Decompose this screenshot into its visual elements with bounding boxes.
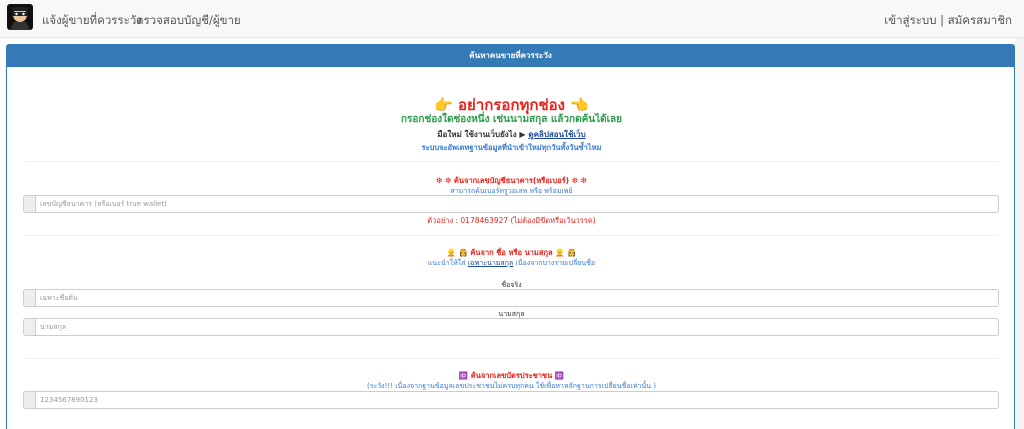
first-name-field [23,289,999,307]
input-addon [24,319,36,335]
id-card-input[interactable] [40,393,990,407]
last-name-input[interactable] [40,320,990,334]
thief-logo-icon[interactable] [6,3,34,31]
navbar: แจ้งผู้ขายที่ควรระวัง ตรวจสอบบัญชี/ผู้ขา… [0,0,1024,38]
nav-login-register[interactable]: เข้าสู่ระบบ | สมัครสมาชิก [884,12,1012,30]
nav-report-seller[interactable]: แจ้งผู้ขายที่ควรระวัง [42,12,142,30]
newbie-help: มือใหม่ ใช้งานเว็บยังไง ▶ ดูคลิปสอนใช้เว… [7,128,1016,141]
panel-heading: ค้นหาคนขายที่ควรระวัง [7,45,1014,67]
input-addon [24,290,36,306]
id-card-field [23,391,999,409]
last-name-field [23,318,999,336]
divider [25,235,998,236]
bank-example: ตัวอย่าง : 0178463927 (ไม่ต้องมีขีดหรือเ… [427,216,596,225]
input-addon [24,196,36,212]
scrollbar-track[interactable] [1015,38,1024,429]
divider [25,161,998,162]
newbie-text: มือใหม่ ใช้งานเว็บยังไง ▶ [437,130,526,139]
tutorial-link[interactable]: ดูคลิปสอนใช้เว็บ [528,130,585,139]
input-addon [24,392,36,408]
first-name-input[interactable] [40,291,990,305]
nav-check-account[interactable]: ตรวจสอบบัญชี/ผู้ขาย [136,12,241,30]
divider [25,358,998,359]
name-subtitle-link: เฉพาะนามสกุล [467,259,514,267]
name-section-subtitle: แนะนำให้ใส่ เฉพาะนามสกุล เนื่องจากบางราย… [7,258,1016,269]
search-panel: ค้นหาคนขายที่ควรระวัง 👉 อย่ากรอกทุกช่อง … [6,44,1015,429]
bank-account-field [23,195,999,213]
name-subtitle-prefix: แนะนำให้ใส่ [427,259,466,267]
system-note: ระบบจะอัพเดทฐานข้อมูลที่นำเข้าใหม่ทุกวัน… [421,143,602,152]
warning-subtitle: กรอกช่องใดช่องหนึ่ง เช่นนามสกุล แล้วกดค้… [400,114,623,125]
bank-account-input[interactable] [40,197,990,211]
name-subtitle-suffix: เนื่องจากบางรายเปลี่ยนชื่อ [515,259,596,267]
